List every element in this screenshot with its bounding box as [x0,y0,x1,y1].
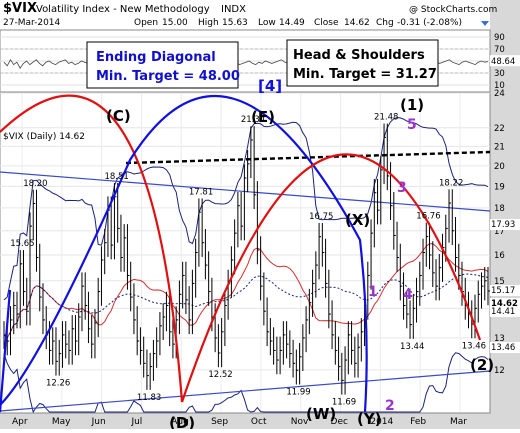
x-tick-label: Jun [91,417,106,427]
price-label: 17.81 [189,187,213,197]
exchange-text: INDX [221,4,246,15]
last-value-label: 17.93 [491,220,515,230]
watermark-text: @ StockCharts.com [409,5,497,15]
head-shoulders-target: Min. Target = 31.27 [293,67,437,82]
price-label: 16.75 [309,212,333,222]
close-label: Close [314,18,339,28]
chg-label: Chg [376,18,394,28]
last-value-label: 13.46 [491,343,515,353]
price-label: 21.48 [374,113,398,123]
symbol-text: $VIX [3,1,37,16]
y-tick-label: 19 [494,182,505,192]
wave-w-label: (W) [306,405,336,423]
x-tick-label: Sep [211,417,228,427]
indicator-tick-label: 70 [494,45,505,55]
head-shoulders-title: Head & Shoulders [293,48,425,63]
sub-wave-1-label: 1 [368,284,378,300]
sub-wave-5-label: 5 [407,117,417,133]
wave-c-label: (C) [106,107,131,125]
x-tick-label: Apr [12,417,28,427]
wave-e-label: (E) [251,108,275,126]
x-tick-label: Jul [130,417,142,427]
chart-stage: $VIX Volatility Index - New Methodology … [0,0,520,432]
price-label: 13.46 [462,341,486,351]
wave-y-label: (Y) [357,410,382,428]
y-tick-label: 21 [494,142,505,152]
price-label: 12.52 [208,370,232,380]
chg-value: -0.31 (-2.08%) [397,18,462,28]
y-tick-label: 12 [494,366,505,376]
legend-main: $VIX (Daily) 14.62 [3,132,85,142]
close-value: 14.62 [344,18,370,28]
indicator-tick-label: 90 [494,33,505,43]
y-tick-label: 18 [494,204,505,214]
price-label: 18.20 [23,179,47,189]
price-label: 16.76 [416,212,440,222]
price-label: 11.99 [286,387,310,397]
last-value-label: 14.41 [491,307,515,317]
wave-4-label: [4] [258,77,282,95]
last-value-label: 15.17 [491,286,515,296]
indicator-last-value: 48.64 [491,57,515,67]
price-label: 18.22 [439,178,463,188]
price-label: 15.65 [10,239,34,249]
wave-d-label: (D) [169,414,195,429]
low-label: Low [258,18,276,28]
price-label: 13.44 [400,342,424,352]
high-value: 15.63 [222,18,248,28]
sub-wave-2-label: 2 [385,398,395,414]
price-label: 12.26 [46,379,70,389]
indicator-tick-label: 30 [494,69,505,79]
y-tick-label: 24 [494,89,505,99]
open-label: Open [134,18,158,28]
y-tick-label: 22 [494,124,505,134]
index-name-text: Volatility Index - New Methodology [36,4,210,15]
x-tick-label: Oct [251,417,267,427]
date-text: 27-Mar-2014 [3,18,61,28]
y-tick-label: 20 [494,162,505,172]
vix-chart: $VIX Volatility Index - New Methodology … [0,0,520,432]
price-label: 18.51 [104,172,128,182]
sub-wave-3-label: 3 [397,180,407,196]
ending-diagonal-target: Min. Target = 48.00 [96,69,240,84]
wave-2-label: (2) [470,356,494,374]
wave-x-label: (X) [345,211,370,229]
y-tick-label: 16 [494,251,505,261]
open-value: 15.00 [162,18,188,28]
price-label: 11.83 [137,393,161,403]
wave-1-label: (1) [400,96,424,114]
x-tick-label: Feb [410,417,426,427]
x-tick-label: May [52,417,71,427]
sub-wave-4-label: 4 [403,287,413,303]
high-label: High [198,18,219,28]
ending-diagonal-title: Ending Diagonal [96,50,216,65]
x-tick-label: Mar [450,417,467,427]
low-value: 14.49 [279,18,305,28]
